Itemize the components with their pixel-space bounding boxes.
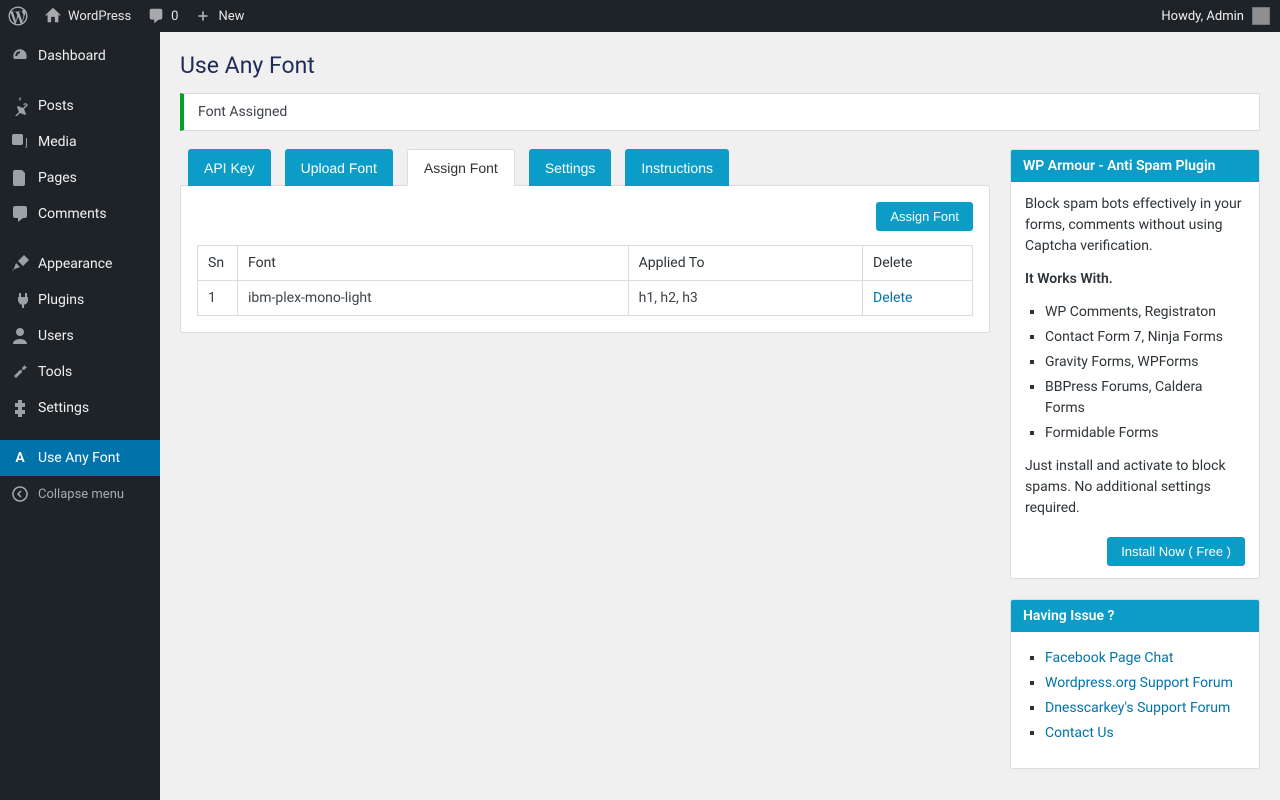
- promo-title: WP Armour - Anti Spam Plugin: [1011, 150, 1259, 182]
- list-item: BBPress Forums, Caldera Forms: [1045, 377, 1245, 419]
- tab-bar: API Key Upload Font Assign Font Settings…: [188, 149, 990, 186]
- col-applied: Applied To: [628, 246, 862, 281]
- works-with-list: WP Comments, Registraton Contact Form 7,…: [1025, 302, 1245, 444]
- tab-assign-font[interactable]: Assign Font: [407, 149, 515, 186]
- sidebar-item-tools[interactable]: Tools: [0, 354, 160, 390]
- success-notice: Font Assigned: [180, 93, 1260, 131]
- content-area: Use Any Font Font Assigned API Key Uploa…: [160, 32, 1280, 800]
- list-item: Contact Us: [1045, 723, 1245, 744]
- plus-icon: [194, 7, 212, 25]
- list-item: Formidable Forms: [1045, 423, 1245, 444]
- support-link-dnesscarkey[interactable]: Dnesscarkey's Support Forum: [1045, 700, 1230, 716]
- home-icon: [44, 7, 62, 25]
- dashboard-icon: [10, 46, 30, 66]
- tools-icon: [10, 362, 30, 382]
- pin-icon: [10, 96, 30, 116]
- support-links: Facebook Page Chat Wordpress.org Support…: [1025, 648, 1245, 744]
- support-title: Having Issue ?: [1011, 600, 1259, 632]
- sidebar-item-appearance[interactable]: Appearance: [0, 246, 160, 282]
- collapse-icon: [10, 484, 30, 504]
- sidebar-item-comments[interactable]: Comments: [0, 196, 160, 232]
- list-item: Facebook Page Chat: [1045, 648, 1245, 669]
- sidebar-item-media[interactable]: Media: [0, 124, 160, 160]
- col-sn: Sn: [198, 246, 238, 281]
- tab-api-key[interactable]: API Key: [188, 149, 271, 186]
- wp-logo-icon[interactable]: [0, 0, 36, 32]
- support-link-contact[interactable]: Contact Us: [1045, 725, 1114, 741]
- menu-separator: [0, 430, 160, 436]
- comments-link[interactable]: 0: [139, 0, 186, 32]
- tab-settings[interactable]: Settings: [529, 149, 612, 186]
- install-now-button[interactable]: Install Now ( Free ): [1107, 537, 1245, 566]
- list-item: Wordpress.org Support Forum: [1045, 673, 1245, 694]
- fonts-table: Sn Font Applied To Delete 1 ibm-plex-mon…: [197, 245, 973, 316]
- avatar[interactable]: [1252, 7, 1270, 25]
- assign-font-button[interactable]: Assign Font: [876, 202, 973, 231]
- tab-upload-font[interactable]: Upload Font: [285, 149, 393, 186]
- sidebar-item-plugins[interactable]: Plugins: [0, 282, 160, 318]
- page-title: Use Any Font: [180, 52, 1260, 79]
- menu-separator: [0, 236, 160, 242]
- list-item: Contact Form 7, Ninja Forms: [1045, 327, 1245, 348]
- plugins-icon: [10, 290, 30, 310]
- assign-font-panel: Assign Font Sn Font Applied To Delete: [180, 185, 990, 333]
- settings-icon: [10, 398, 30, 418]
- site-home-link[interactable]: WordPress: [36, 0, 139, 32]
- sidebar-item-posts[interactable]: Posts: [0, 88, 160, 124]
- col-font: Font: [238, 246, 629, 281]
- sidebar-item-pages[interactable]: Pages: [0, 160, 160, 196]
- list-item: WP Comments, Registraton: [1045, 302, 1245, 323]
- list-item: Gravity Forms, WPForms: [1045, 352, 1245, 373]
- promo-box-wp-armour: WP Armour - Anti Spam Plugin Block spam …: [1010, 149, 1260, 579]
- col-delete: Delete: [863, 246, 973, 281]
- new-content-link[interactable]: New: [186, 0, 252, 32]
- delete-font-link[interactable]: Delete: [873, 290, 912, 306]
- appearance-icon: [10, 254, 30, 274]
- site-name: WordPress: [68, 9, 131, 24]
- comments-count: 0: [171, 9, 178, 24]
- admin-toolbar: WordPress 0 New Howdy, Admin: [0, 0, 1280, 32]
- howdy-text[interactable]: Howdy, Admin: [1161, 9, 1244, 24]
- admin-sidebar: Dashboard Posts Media Pages Comments: [0, 32, 160, 800]
- sidebar-item-settings[interactable]: Settings: [0, 390, 160, 426]
- tab-instructions[interactable]: Instructions: [625, 149, 729, 186]
- table-row: 1 ibm-plex-mono-light h1, h2, h3 Delete: [198, 281, 973, 316]
- support-link-facebook[interactable]: Facebook Page Chat: [1045, 650, 1173, 666]
- sidebar-item-dashboard[interactable]: Dashboard: [0, 38, 160, 74]
- sidebar-item-use-any-font[interactable]: A Use Any Font: [0, 440, 160, 476]
- support-link-wporg[interactable]: Wordpress.org Support Forum: [1045, 675, 1233, 691]
- users-icon: [10, 326, 30, 346]
- collapse-menu[interactable]: Collapse menu: [0, 476, 160, 512]
- comment-icon: [147, 7, 165, 25]
- list-item: Dnesscarkey's Support Forum: [1045, 698, 1245, 719]
- new-label: New: [218, 9, 244, 24]
- font-letter-icon: A: [10, 448, 30, 468]
- pages-icon: [10, 168, 30, 188]
- menu-separator: [0, 78, 160, 84]
- sidebar-item-users[interactable]: Users: [0, 318, 160, 354]
- support-box: Having Issue ? Facebook Page Chat Wordpr…: [1010, 599, 1260, 769]
- comments-icon: [10, 204, 30, 224]
- media-icon: [10, 132, 30, 152]
